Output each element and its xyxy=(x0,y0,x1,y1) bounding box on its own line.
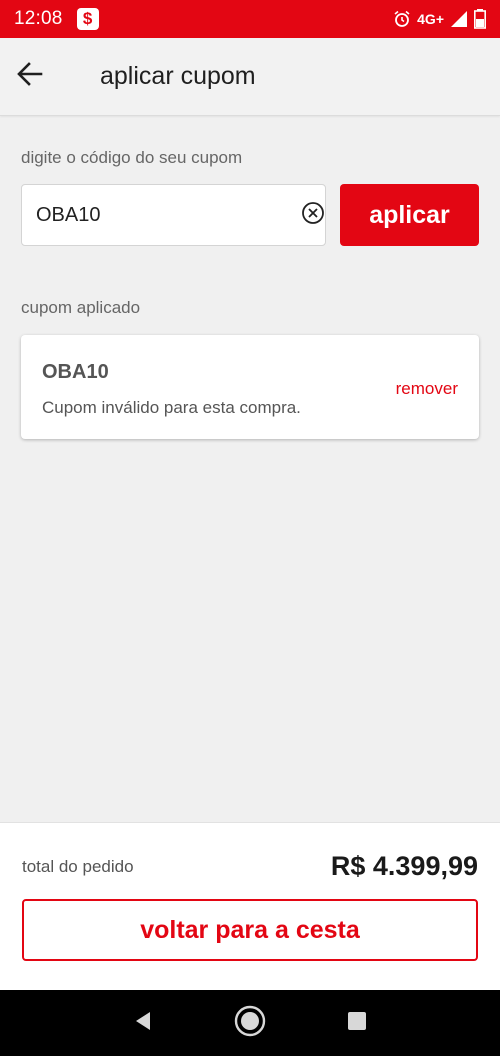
coupon-input-wrapper xyxy=(21,184,326,246)
alarm-icon xyxy=(393,10,411,28)
applied-coupon-label: cupom aplicado xyxy=(21,298,141,317)
status-bar: 12:08 $ 4G+ xyxy=(0,0,500,38)
apply-coupon-button[interactable]: aplicar xyxy=(340,184,479,246)
status-time: 12:08 xyxy=(14,8,63,29)
coupon-input-label: digite o código do seu cupom xyxy=(21,148,243,167)
nav-recents-button[interactable] xyxy=(337,1003,377,1043)
clear-input-button[interactable] xyxy=(301,201,325,230)
page-title: aplicar cupom xyxy=(100,62,256,90)
order-footer: total do pedido R$ 4.399,99 voltar para … xyxy=(0,822,500,990)
battery-icon xyxy=(474,9,486,29)
nav-back-button[interactable] xyxy=(123,1003,163,1043)
dollar-app-icon: $ xyxy=(76,8,99,30)
status-indicators: 4G+ xyxy=(393,9,486,29)
clear-circle-icon xyxy=(301,201,325,230)
back-button[interactable] xyxy=(0,38,60,116)
remove-coupon-link[interactable]: remover xyxy=(396,379,458,399)
coupon-code-input[interactable] xyxy=(36,195,301,235)
signal-icon xyxy=(450,10,468,28)
network-type: 4G+ xyxy=(417,11,444,27)
back-triangle-icon xyxy=(132,1010,154,1037)
home-circle-icon xyxy=(233,1004,267,1043)
nav-home-button[interactable] xyxy=(230,1003,270,1043)
applied-coupon-code: OBA10 xyxy=(42,361,109,383)
system-nav-bar xyxy=(0,990,500,1056)
recents-square-icon xyxy=(346,1010,368,1037)
total-label: total do pedido xyxy=(22,857,134,876)
coupon-error-message: Cupom inválido para esta compra. xyxy=(42,398,301,417)
back-to-cart-button[interactable]: voltar para a cesta xyxy=(22,899,478,961)
total-value: R$ 4.399,99 xyxy=(330,851,478,881)
app-bar: aplicar cupom xyxy=(0,38,500,116)
arrow-left-icon xyxy=(17,62,43,91)
applied-coupon-card: OBA10 Cupom inválido para esta compra. r… xyxy=(21,335,479,439)
